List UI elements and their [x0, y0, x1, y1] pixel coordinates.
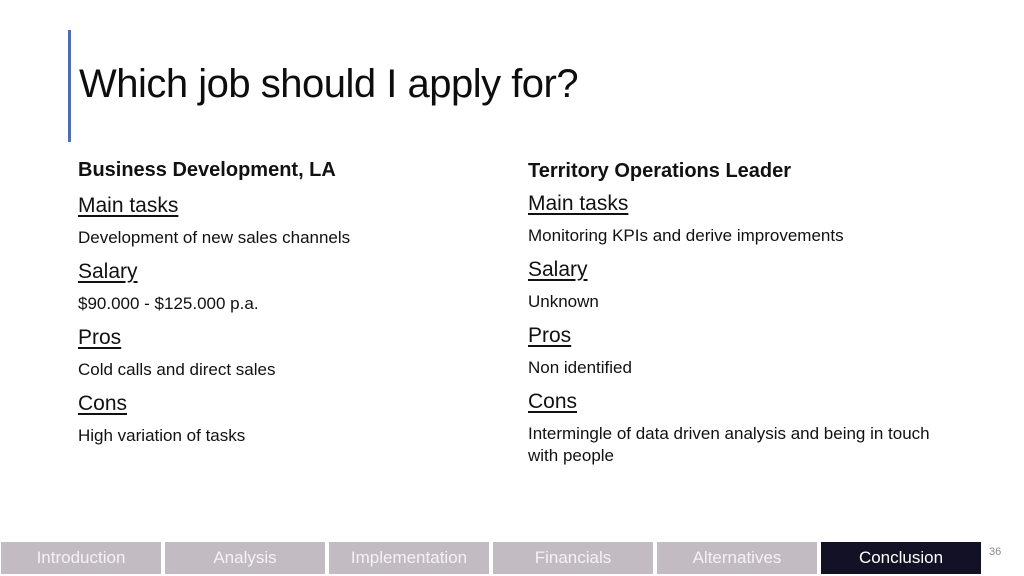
- salary-text: Unknown: [528, 292, 599, 311]
- cons-heading: Cons: [78, 392, 128, 415]
- main-tasks-heading: Main tasks: [78, 194, 179, 217]
- section-nav: Introduction Analysis Implementation Fin…: [1, 542, 981, 574]
- cons-text: High variation of tasks: [78, 426, 246, 445]
- nav-tab-introduction[interactable]: Introduction: [1, 542, 161, 574]
- salary-heading: Salary: [528, 258, 588, 281]
- title-accent-bar: [68, 30, 71, 142]
- pros-heading: Pros: [78, 326, 122, 349]
- nav-tab-conclusion[interactable]: Conclusion: [821, 542, 981, 574]
- job-title: Business Development, LA: [78, 159, 336, 181]
- job-title: Territory Operations Leader: [528, 160, 792, 182]
- nav-tab-analysis[interactable]: Analysis: [165, 542, 325, 574]
- cons-text: Intermingle of data driven analysis and …: [528, 424, 930, 465]
- salary-text: $90.000 - $125.000 p.a.: [78, 294, 259, 313]
- nav-tab-implementation[interactable]: Implementation: [329, 542, 489, 574]
- pros-heading: Pros: [528, 324, 572, 347]
- job-column-business-development: Business Development, LA Main tasks Deve…: [78, 157, 518, 457]
- pros-text: Cold calls and direct sales: [78, 360, 276, 379]
- nav-tab-financials[interactable]: Financials: [493, 542, 653, 574]
- salary-heading: Salary: [78, 260, 138, 283]
- main-tasks-text: Development of new sales channels: [78, 228, 351, 247]
- pros-text: Non identified: [528, 358, 632, 377]
- page-number: 36: [989, 546, 1002, 558]
- job-column-territory-operations: Territory Operations Leader Main tasks M…: [528, 158, 968, 477]
- main-tasks-text: Monitoring KPIs and derive improvements: [528, 226, 844, 245]
- main-tasks-heading: Main tasks: [528, 192, 629, 215]
- nav-tab-alternatives[interactable]: Alternatives: [657, 542, 817, 574]
- cons-heading: Cons: [528, 390, 578, 413]
- slide-title: Which job should I apply for?: [79, 62, 579, 106]
